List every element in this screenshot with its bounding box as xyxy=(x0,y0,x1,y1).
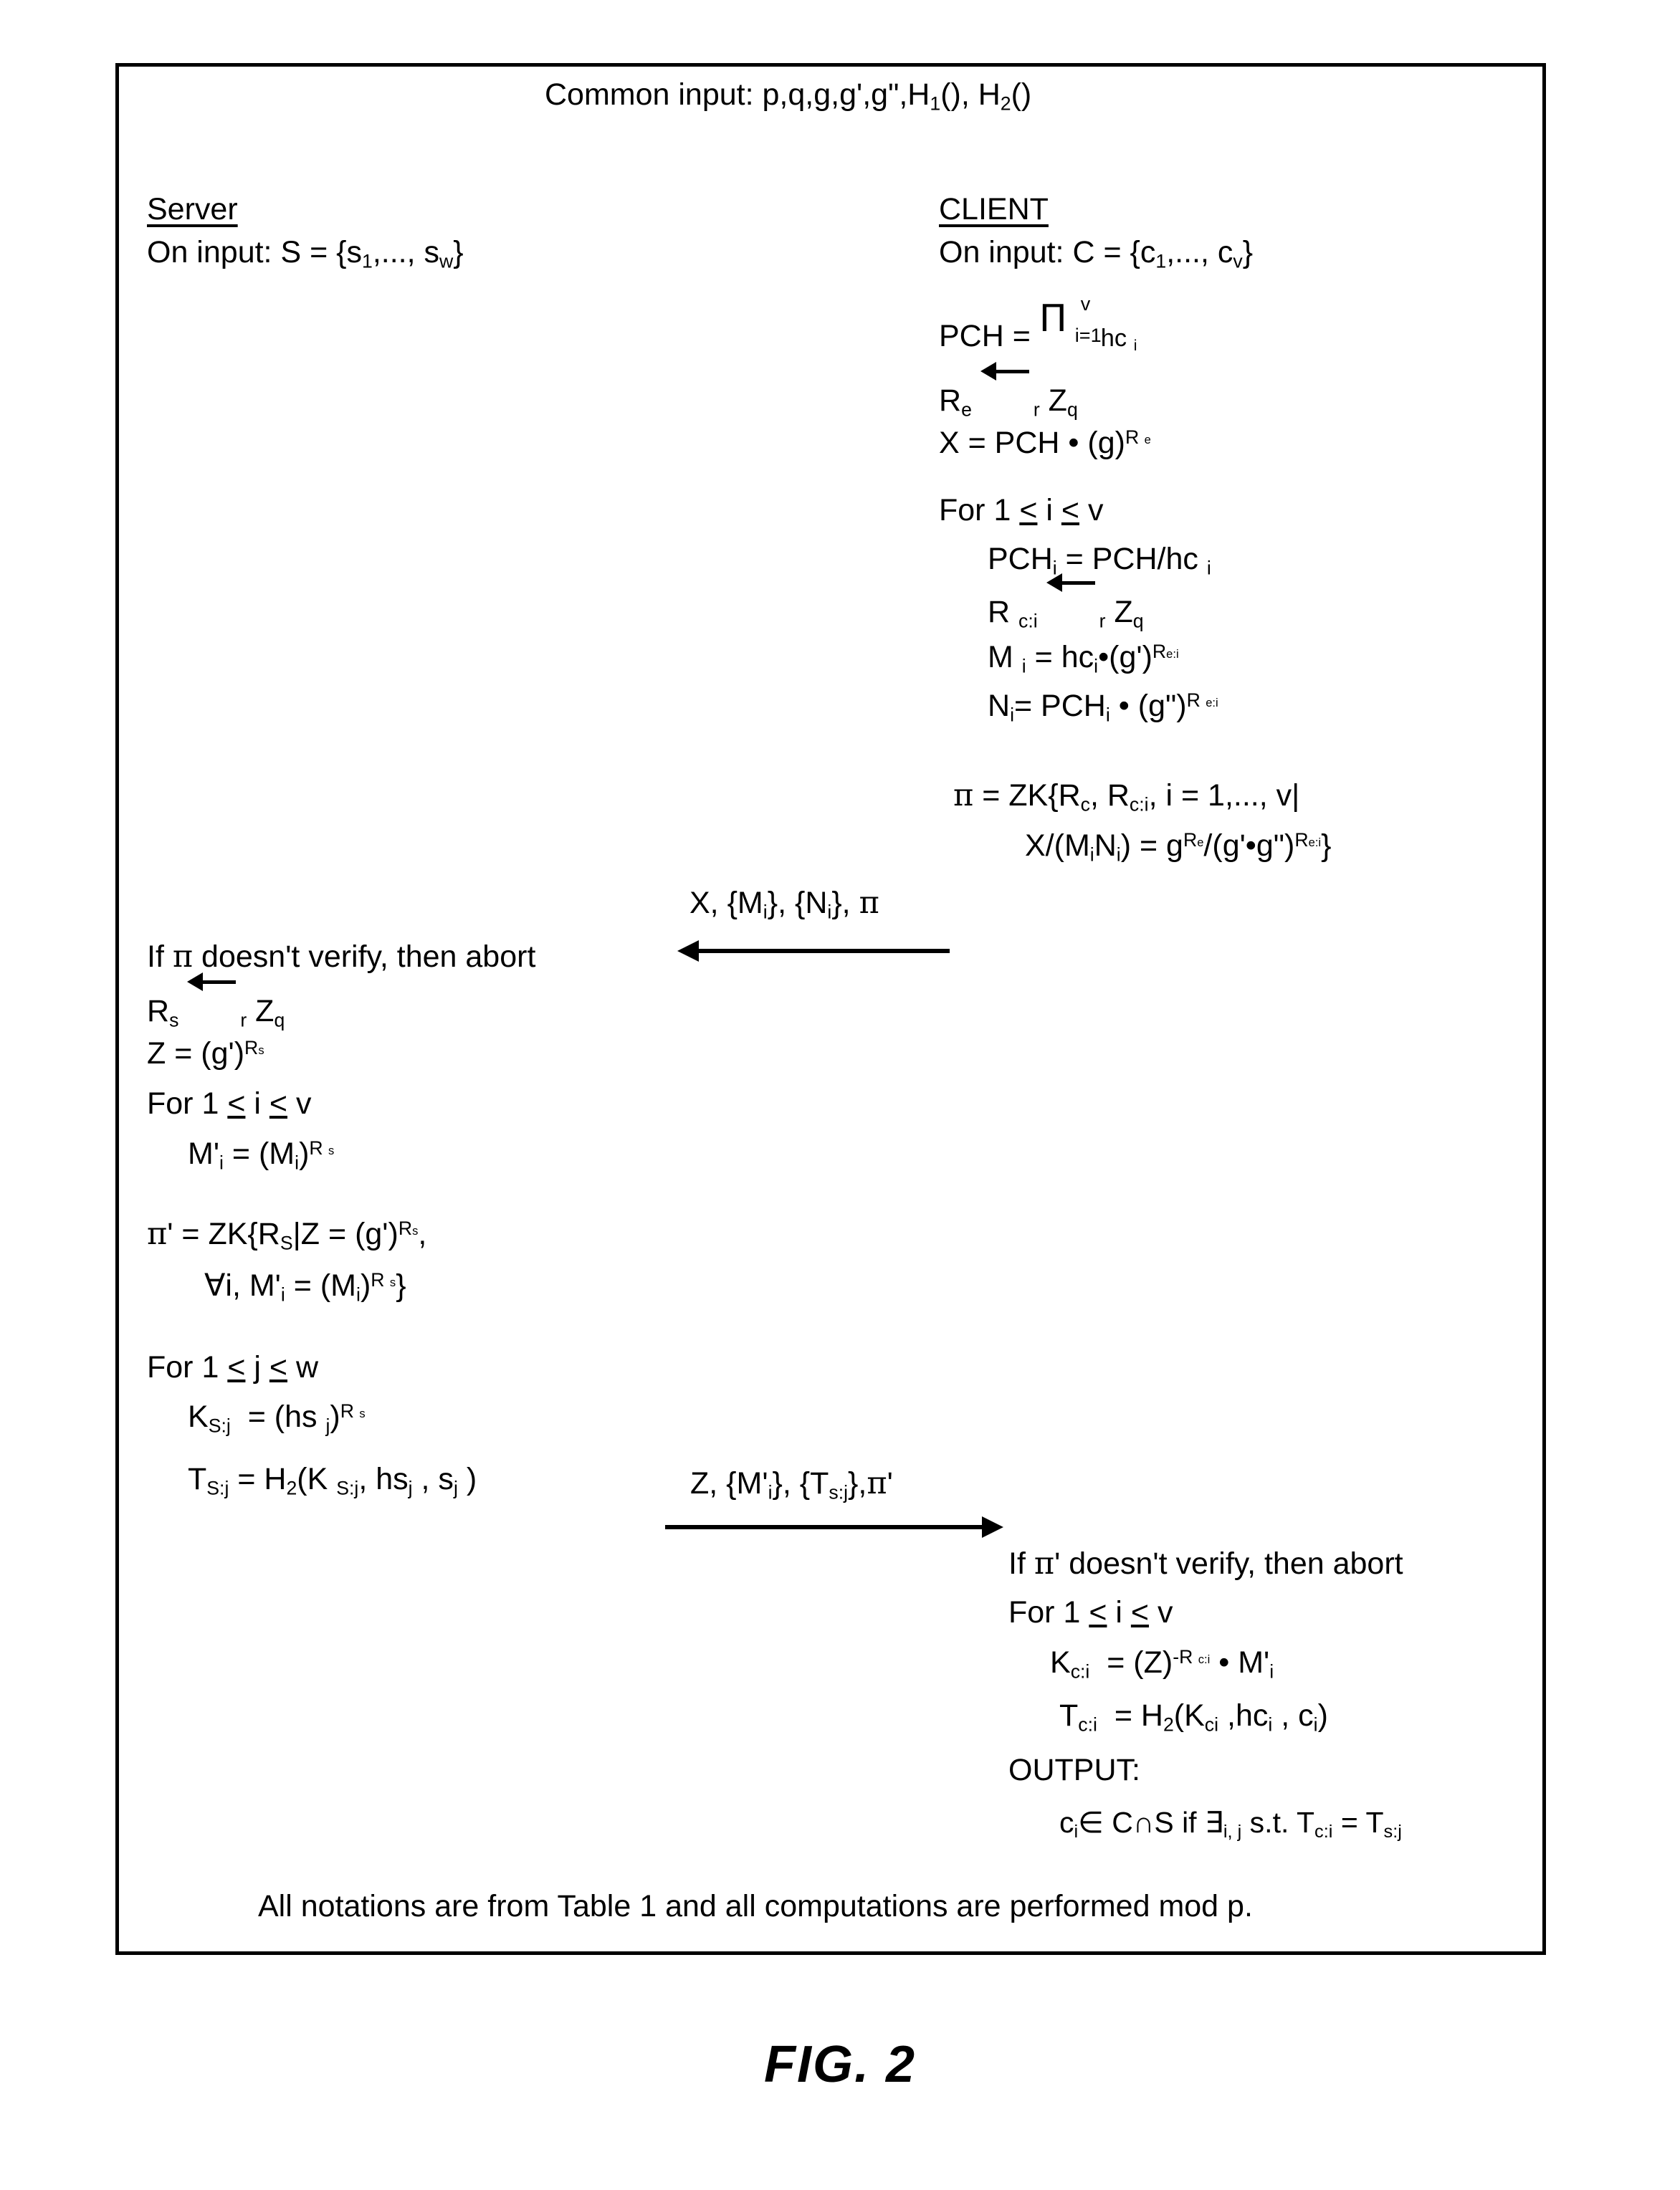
protocol-frame xyxy=(115,63,1546,1955)
client-step-x: X = PCH • (g)R e xyxy=(939,426,1151,460)
server-step-piprime: π' = ZK{RS|Z = (g')Rs, xyxy=(147,1216,427,1254)
server-step-for-j: For 1 < j < w xyxy=(147,1350,319,1385)
client-step-pi-cont: X/(MiNi) = gRe/(g'•g")Re:i} xyxy=(1025,828,1332,866)
footer-note: All notations are from Table 1 and all c… xyxy=(258,1889,1253,1923)
figure-page: Common input: p,q,g,g',g",H1(), H2() Ser… xyxy=(0,0,1680,2190)
client-step-mi: M i = hci•(g')Re:i xyxy=(988,640,1179,677)
server-step-for-i: For 1 < i < v xyxy=(147,1086,312,1121)
message-1-arrow-shaft xyxy=(697,949,950,953)
server-step-rs: Rs r Zq xyxy=(147,972,285,1030)
client-final-kci: Kc:i = (Z)-R c:i • M'i xyxy=(1050,1645,1274,1683)
client-final-tci: Tc:i = H2(Kci ,hci , ci) xyxy=(1059,1698,1328,1736)
client-step-pch-i: PCHi = PCH/hc i xyxy=(988,542,1211,579)
message-1-arrowhead xyxy=(677,940,699,962)
server-heading: Server xyxy=(147,192,238,226)
client-step-rci: R c:i r Zq xyxy=(988,573,1144,631)
client-final-verify: If π' doesn't verify, then abort xyxy=(1008,1546,1403,1582)
client-final-output-label: OUTPUT: xyxy=(1008,1753,1140,1787)
server-on-input: On input: S = {s1,..., sw} xyxy=(147,235,464,272)
message-2-arrowhead xyxy=(982,1516,1003,1538)
figure-caption: FIG. 2 xyxy=(763,2036,917,2093)
server-step-tsj: TS:j = H2(K S:j, hsj , sj ) xyxy=(188,1462,477,1499)
client-heading: CLIENT xyxy=(939,192,1049,226)
server-step-verify: If π doesn't verify, then abort xyxy=(147,939,536,975)
message-2-arrow-shaft xyxy=(665,1525,988,1529)
client-final-for-i: For 1 < i < v xyxy=(1008,1595,1173,1630)
client-step-for-i: For 1 < i < v xyxy=(939,493,1104,527)
common-input-line: Common input: p,q,g,g',g",H1(), H2() xyxy=(545,77,1032,115)
message-2-label: Z, {M'i}, {Ts:j},π' xyxy=(690,1465,893,1503)
server-step-piprime-cont: ∀i, M'i = (Mi)R s} xyxy=(204,1268,406,1306)
client-step-pch: PCH = Πv i=1 hc i xyxy=(939,293,1137,354)
client-on-input: On input: C = {c1,..., cv} xyxy=(939,235,1254,272)
message-1-label: X, {Mi}, {Ni}, π xyxy=(689,885,879,923)
client-step-ni: Ni= PCHi • (g")R e:i xyxy=(988,689,1218,726)
server-step-mprime: M'i = (Mi)R s xyxy=(188,1137,335,1174)
client-step-pi: π = ZK{Rc, Rc:i, i = 1,..., v| xyxy=(953,778,1300,816)
client-step-re: Re r Zq xyxy=(939,362,1078,419)
server-step-ksj: KS:j = (hs j)R s xyxy=(188,1400,366,1437)
client-final-output-value: ci∈ C∩S if ∃i, j s.t. Tc:i = Ts:j xyxy=(1059,1806,1402,1842)
server-step-z: Z = (g')Rs xyxy=(147,1036,264,1071)
